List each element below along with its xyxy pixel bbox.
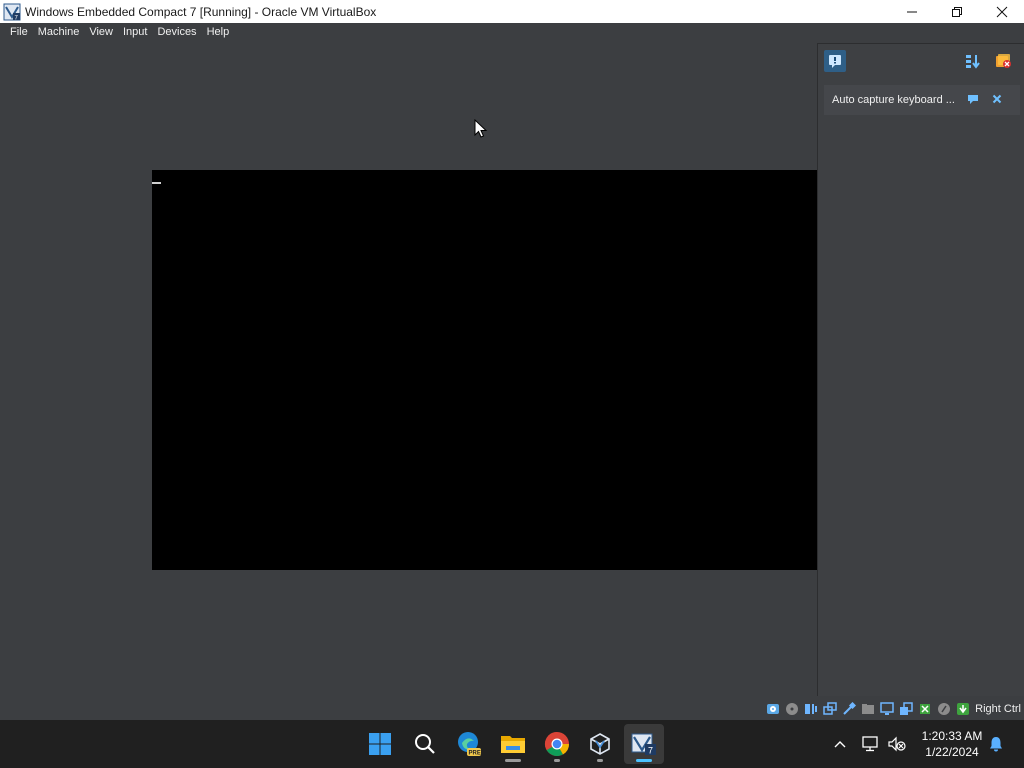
notification-center: Auto capture keyboard ...: [817, 43, 1024, 696]
menu-file[interactable]: File: [5, 23, 33, 42]
menu-devices[interactable]: Devices: [152, 23, 201, 42]
notification-text: Auto capture keyboard ...: [832, 94, 955, 106]
menu-view[interactable]: View: [84, 23, 118, 42]
edge-preview-icon: PRE: [458, 732, 481, 757]
show-hidden-icons[interactable]: [830, 720, 850, 768]
taskbar-edge-preview[interactable]: PRE: [449, 724, 489, 764]
start-icon: [369, 733, 391, 755]
window-title-bar[interactable]: 7 Windows Embedded Compact 7 [Running] -…: [0, 0, 1024, 23]
chrome-icon: [544, 732, 569, 757]
taskbar-file-explorer[interactable]: [493, 724, 533, 764]
restore-icon: [951, 6, 962, 17]
text-cursor: [152, 182, 161, 184]
menu-machine[interactable]: Machine: [33, 23, 85, 42]
svg-text:7: 7: [648, 746, 653, 756]
running-indicator: [505, 759, 521, 762]
help-bubble-icon[interactable]: [967, 93, 979, 105]
shared-folders-icon[interactable]: [860, 701, 876, 717]
tray-volume[interactable]: [886, 720, 908, 768]
window-title: Windows Embedded Compact 7 [Running] - O…: [25, 4, 377, 19]
virtualbox-window-icon: 7: [3, 3, 21, 21]
search-button[interactable]: [405, 724, 445, 764]
sort-button[interactable]: [961, 50, 983, 72]
usb-icon[interactable]: [841, 701, 857, 717]
clock-date: 1/22/2024: [925, 745, 979, 759]
close-button[interactable]: [979, 0, 1024, 23]
menu-help[interactable]: Help: [202, 23, 235, 42]
clock-time: 1:20:33 AM: [921, 729, 983, 743]
menu-input[interactable]: Input: [118, 23, 152, 42]
notification-item[interactable]: Auto capture keyboard ...: [824, 85, 1020, 115]
start-button[interactable]: [360, 724, 400, 764]
menu-bar: File Machine View Input Devices Help: [0, 23, 1024, 42]
tray-network[interactable]: [860, 720, 882, 768]
keyboard-icon[interactable]: [955, 701, 971, 717]
mouse-pointer-icon: [474, 118, 488, 144]
close-icon: [996, 6, 1007, 17]
minimize-button[interactable]: [889, 0, 934, 23]
windows-taskbar: PRE 7 1:20:33 AM 1/22/2024: [0, 720, 1024, 768]
restore-button[interactable]: [934, 0, 979, 23]
optical-drive-icon[interactable]: [784, 701, 800, 717]
host-key-label: Right Ctrl: [975, 703, 1021, 715]
sort-icon: [966, 55, 980, 69]
taskbar-vm-window[interactable]: 7: [624, 724, 664, 764]
network-icon: [862, 736, 878, 752]
notification-center-icon: [829, 55, 841, 68]
audio-icon[interactable]: [803, 701, 819, 717]
taskbar-clock[interactable]: 1:20:33 AM 1/22/2024: [912, 728, 992, 760]
taskbar-virtualbox[interactable]: [580, 724, 620, 764]
tray-notifications[interactable]: [986, 720, 1006, 768]
notification-center-toggle[interactable]: [824, 50, 846, 72]
hard-disk-icon[interactable]: [765, 701, 781, 717]
recording-icon[interactable]: [898, 701, 914, 717]
vm-status-bar: Right Ctrl: [0, 698, 1024, 720]
svg-text:PRE: PRE: [469, 751, 481, 757]
vm-window-icon: 7: [631, 733, 656, 756]
chevron-up-icon: [834, 741, 846, 748]
running-indicator: [554, 759, 560, 762]
mouse-integration-icon[interactable]: [936, 701, 952, 717]
cpu-icon[interactable]: [917, 701, 933, 717]
network-icon[interactable]: [822, 701, 838, 717]
active-indicator: [636, 759, 652, 762]
volume-muted-icon: [888, 736, 906, 752]
virtualbox-icon: [590, 733, 610, 755]
clear-all-button[interactable]: [992, 50, 1014, 72]
minimize-icon: [906, 11, 917, 12]
search-icon: [415, 734, 435, 754]
guest-screen[interactable]: [152, 170, 817, 570]
taskbar-chrome[interactable]: [537, 724, 577, 764]
clear-all-icon: [996, 54, 1011, 68]
close-x-icon[interactable]: [991, 93, 1003, 105]
display-icon[interactable]: [879, 701, 895, 717]
file-explorer-icon: [501, 736, 525, 753]
running-indicator: [597, 759, 603, 762]
notification-bell-icon: [990, 737, 1002, 752]
